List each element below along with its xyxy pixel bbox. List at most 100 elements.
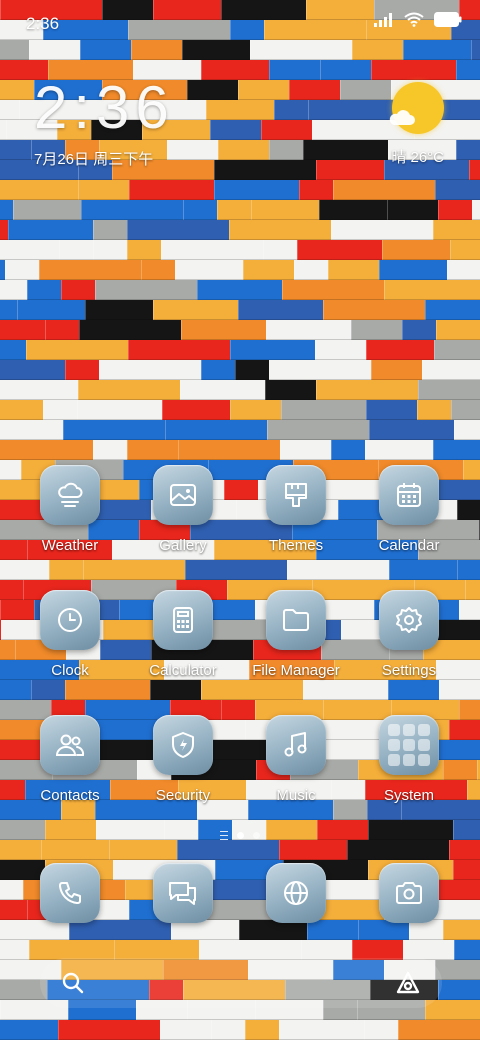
search-icon[interactable] xyxy=(60,970,86,996)
wallpaper-brick xyxy=(307,920,358,940)
wallpaper-brick xyxy=(0,240,59,260)
wallpaper-brick xyxy=(447,260,480,280)
wallpaper-brick xyxy=(0,840,41,860)
wallpaper-brick xyxy=(41,840,109,860)
app-calculator[interactable]: Calculator xyxy=(123,590,243,679)
wallpaper-brick xyxy=(93,220,127,240)
app-file-manager[interactable]: File Manager xyxy=(236,590,356,679)
wallpaper-brick xyxy=(160,1020,211,1040)
wallpaper-brick xyxy=(328,260,379,280)
app-weather[interactable]: Weather xyxy=(10,465,130,554)
wallpaper-brick xyxy=(83,560,185,580)
folder-grid-icon xyxy=(379,715,439,775)
wallpaper-brick xyxy=(425,300,480,320)
wallpaper-brick xyxy=(0,940,29,960)
wallpaper-brick xyxy=(331,440,365,460)
app-system-folder[interactable]: System xyxy=(349,715,469,804)
wallpaper-brick xyxy=(211,1020,245,1040)
wallpaper-brick xyxy=(333,180,435,200)
camera-icon[interactable] xyxy=(379,863,439,923)
cloud-icon xyxy=(389,110,415,125)
wallpaper-brick xyxy=(171,920,239,940)
clock-widget[interactable]: 2:36 7月26日 周三下午 xyxy=(34,78,175,169)
app-calendar[interactable]: Calendar xyxy=(349,465,469,554)
wallpaper-brick xyxy=(187,80,238,100)
globe-icon[interactable] xyxy=(266,863,326,923)
weather-cloud-icon xyxy=(40,465,100,525)
wallpaper-brick xyxy=(39,260,141,280)
wallpaper-brick xyxy=(435,180,480,200)
wallpaper-brick xyxy=(289,80,340,100)
wallpaper-brick xyxy=(78,180,129,200)
wallpaper-brick xyxy=(141,260,175,280)
folder-preview-grid xyxy=(388,724,430,766)
wallpaper-brick xyxy=(316,380,418,400)
wallpaper-brick xyxy=(13,200,81,220)
wallpaper-brick xyxy=(5,260,39,280)
wallpaper-brick xyxy=(181,320,266,340)
wallpaper-brick xyxy=(201,680,303,700)
wallpaper-brick xyxy=(347,840,449,860)
wallpaper-brick xyxy=(417,400,451,420)
wallpaper-brick xyxy=(0,80,34,100)
app-settings[interactable]: Settings xyxy=(349,590,469,679)
app-label: Gallery xyxy=(159,537,207,554)
wallpaper-brick xyxy=(127,220,229,240)
wallpaper-brick xyxy=(0,860,45,880)
wallpaper-brick xyxy=(27,280,61,300)
app-music[interactable]: Music xyxy=(236,715,356,804)
wallpaper-brick xyxy=(403,940,454,960)
search-bar[interactable] xyxy=(40,958,442,1008)
app-themes[interactable]: Themes xyxy=(236,465,356,554)
wallpaper-brick xyxy=(245,1020,279,1040)
app-contacts[interactable]: Contacts xyxy=(10,715,130,804)
page-dot xyxy=(253,831,260,839)
wallpaper-brick xyxy=(238,300,323,320)
wallpaper-brick xyxy=(0,900,27,920)
wallpaper-brick xyxy=(178,440,280,460)
wallpaper-brick xyxy=(425,1000,480,1020)
signal-icon xyxy=(374,12,392,27)
message-icon[interactable] xyxy=(153,863,213,923)
app-security[interactable]: Security xyxy=(123,715,243,804)
calendar-icon xyxy=(379,465,439,525)
wallpaper-brick xyxy=(351,320,402,340)
wallpaper-brick xyxy=(0,360,65,380)
wallpaper-brick xyxy=(457,560,480,580)
wallpaper-brick xyxy=(0,880,23,900)
wallpaper-brick xyxy=(0,380,78,400)
wallpaper-brick xyxy=(175,260,243,280)
wallpaper-brick xyxy=(433,220,480,240)
wallpaper-brick xyxy=(282,280,384,300)
wallpaper-brick xyxy=(150,680,201,700)
wallpaper-brick xyxy=(65,680,150,700)
wallpaper-brick xyxy=(85,300,153,320)
app-label: Security xyxy=(155,787,211,804)
app-clock[interactable]: Clock xyxy=(10,590,130,679)
wallpaper-brick xyxy=(435,960,480,980)
shield-icon xyxy=(153,715,213,775)
wallpaper-brick xyxy=(450,240,480,260)
wallpaper-brick xyxy=(449,840,480,860)
wallpaper-brick xyxy=(451,400,480,420)
wallpaper-brick xyxy=(210,120,261,140)
wallpaper-brick xyxy=(26,340,128,360)
wallpaper-brick xyxy=(371,60,456,80)
weather-widget[interactable]: 晴 26°C xyxy=(334,82,444,172)
wallpaper-brick xyxy=(266,320,351,340)
wallpaper-brick xyxy=(165,420,267,440)
music-note-icon xyxy=(266,715,326,775)
wallpaper-brick xyxy=(77,400,162,420)
page-indicator[interactable] xyxy=(200,829,280,841)
wallpaper-brick xyxy=(61,280,95,300)
wallpaper-brick xyxy=(239,920,307,940)
wallpaper-brick xyxy=(438,980,480,1000)
wallpaper-brick xyxy=(243,260,294,280)
assistant-icon[interactable] xyxy=(394,970,422,996)
wallpaper-brick xyxy=(183,200,217,220)
wallpaper-brick xyxy=(129,180,214,200)
phone-icon[interactable] xyxy=(40,863,100,923)
wallpaper-brick xyxy=(389,560,457,580)
wallpaper-brick xyxy=(109,840,177,860)
app-gallery[interactable]: Gallery xyxy=(123,465,243,554)
